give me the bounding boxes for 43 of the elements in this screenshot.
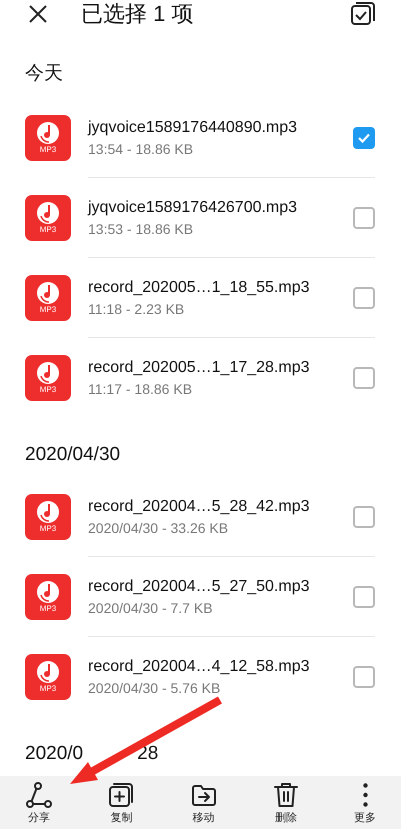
audio-file-icon: MP3 [25, 275, 71, 322]
checkbox[interactable] [353, 506, 375, 528]
file-name: record_202005…1_17_28.mp3 [88, 358, 310, 378]
copy-icon [107, 780, 136, 809]
file-name: record_202004…5_28_42.mp3 [88, 496, 310, 517]
file-meta: 2020/04/30 - 7.7 KB [88, 598, 214, 618]
section-header: 今天 [25, 62, 63, 86]
toolbar-button[interactable]: 更多 [354, 780, 376, 825]
file-meta: 2020/04/30 - 5.76 KB [88, 679, 222, 698]
file-name: jyqvoice1589176426700.mp3 [88, 198, 298, 218]
audio-file-icon: MP3 [25, 574, 71, 620]
share-icon [25, 780, 53, 809]
file-name: jyqvoice1589176440890.mp3 [88, 118, 298, 138]
file-name: record_202004…5_27_50.mp3 [88, 576, 310, 597]
audio-file-icon: MP3 [25, 654, 71, 700]
file-meta: 2020/04/30 - 33.26 KB [88, 518, 230, 538]
file-meta: 13:54 - 18.86 KB [88, 140, 194, 159]
select-all-icon[interactable] [351, 2, 375, 26]
checkbox[interactable] [353, 126, 375, 149]
toolbar-button[interactable]: 分享 [25, 780, 53, 825]
toolbar-button[interactable]: 删除 [272, 780, 300, 825]
section-header: 2020/04/30 [25, 443, 120, 468]
close-icon[interactable] [28, 4, 48, 24]
header-title: 已选择 1 项 [81, 0, 194, 28]
toolbar-button[interactable]: 移动 [190, 780, 218, 825]
section-header: 2020/0 [25, 742, 84, 766]
file-meta: 11:17 - 18.86 KB [88, 380, 194, 400]
file-meta: 13:53 - 18.86 KB [88, 220, 194, 239]
audio-file-icon: MP3 [25, 355, 71, 402]
checkbox[interactable] [353, 286, 375, 309]
checkbox[interactable] [353, 206, 375, 229]
checkbox[interactable] [353, 666, 375, 688]
toolbar-button[interactable]: 复制 [107, 780, 136, 825]
file-meta: 11:18 - 2.23 KB [88, 300, 186, 319]
audio-file-icon: MP3 [25, 494, 71, 540]
file-name: record_202005…1_18_55.mp3 [88, 278, 310, 298]
checkbox[interactable] [353, 586, 375, 608]
trash-icon [272, 780, 300, 809]
checkbox[interactable] [353, 367, 375, 390]
more-icon [362, 782, 368, 807]
audio-file-icon: MP3 [25, 195, 71, 242]
file-name: record_202004…4_12_58.mp3 [88, 657, 310, 678]
audio-file-icon: MP3 [25, 115, 71, 162]
